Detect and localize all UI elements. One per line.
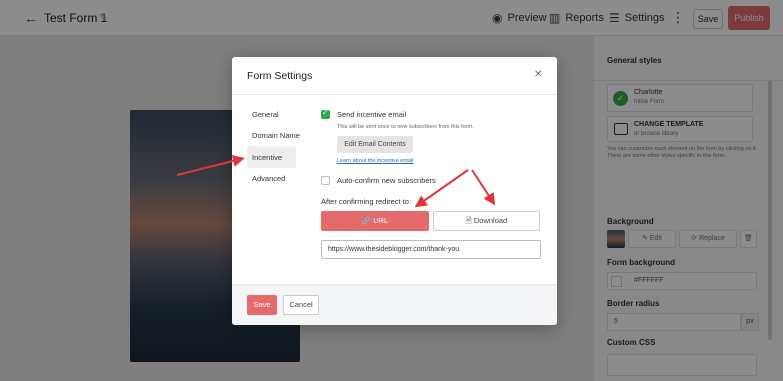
auto-confirm-checkbox[interactable]	[321, 176, 330, 185]
modal-save-button[interactable]: Save	[247, 295, 277, 315]
sidebar-item-domain-name[interactable]: Domain Name	[252, 131, 300, 140]
link-icon: 🔗	[361, 216, 372, 225]
file-icon: 🗎	[465, 216, 472, 225]
modal-footer: Save Cancel	[232, 284, 557, 325]
form-settings-modal: Form Settings ✕ General Domain Name Ince…	[232, 57, 557, 325]
redirect-url-input[interactable]: https://www.thesideblogger.com/thank-you	[321, 240, 541, 259]
redirect-label: After confirming redirect to:	[321, 197, 412, 206]
close-icon[interactable]: ✕	[534, 69, 542, 80]
sidebar-item-incentive[interactable]: Incentive	[247, 146, 296, 168]
send-incentive-label: Send incentive email	[337, 110, 407, 119]
divider	[232, 94, 557, 95]
modal-cancel-button[interactable]: Cancel	[283, 295, 319, 315]
tab-url-label: URL	[373, 216, 389, 225]
tab-download[interactable]: 🗎 Download	[433, 211, 540, 231]
modal-title: Form Settings	[247, 70, 313, 82]
sidebar-item-advanced[interactable]: Advanced	[252, 174, 285, 183]
learn-incentive-link[interactable]: Learn about the incentive email	[337, 158, 413, 164]
incentive-help-text: This will be sent once to new subscriber…	[337, 124, 474, 130]
sidebar-item-general[interactable]: General	[252, 110, 279, 119]
edit-email-contents-button[interactable]: Edit Email Contents	[337, 136, 413, 153]
auto-confirm-label: Auto-confirm new subscribers	[337, 176, 436, 185]
send-incentive-checkbox[interactable]	[321, 108, 330, 119]
tab-url[interactable]: 🔗 URL	[321, 211, 429, 231]
tab-download-label: Download	[473, 216, 508, 225]
